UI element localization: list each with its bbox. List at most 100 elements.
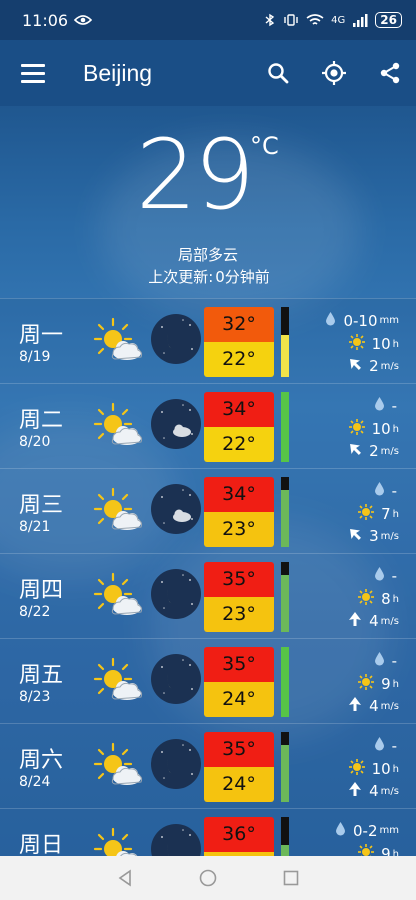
gps-icon[interactable]: [322, 61, 346, 85]
forecast-bar: [281, 732, 289, 802]
sun-value: 10: [371, 335, 391, 353]
day-name: 周二: [19, 408, 64, 433]
current-temperature: 29 °C: [0, 120, 416, 230]
sunshine-hours: 10 h: [348, 419, 399, 439]
last-updated: 上次更新: 0分钟前: [0, 266, 416, 287]
high-temp: 36°: [204, 817, 274, 852]
sunshine-hours: 10 h: [348, 759, 399, 779]
moon-cloud-icon: [150, 483, 202, 535]
day-name: 周三: [19, 493, 64, 518]
menu-icon[interactable]: [21, 63, 45, 83]
high-temp: 34°: [204, 477, 274, 512]
wind-speed: 2 m/s: [349, 357, 399, 375]
vibrate-icon: [284, 14, 298, 26]
forecast-bar: [281, 477, 289, 547]
moon-icon: [150, 313, 202, 365]
sun-unit: h: [392, 763, 399, 775]
partly-cloudy-icon: [93, 485, 145, 537]
sun-icon: [358, 674, 381, 694]
raindrop-icon: [374, 566, 392, 585]
sunshine-hours: 10 h: [348, 334, 399, 354]
forecast-day-row[interactable]: 周一 8/19 32° 22° 0-10 mm 10 h 2 m/s: [0, 298, 416, 383]
moon-icon: [150, 653, 202, 705]
forecast-day-row[interactable]: 周五 8/23 35° 24° -9 h 4 m/s: [0, 638, 416, 723]
wind-arrow-icon: [349, 697, 369, 715]
precipitation: 0-2 mm: [335, 821, 399, 840]
precip-value: -: [391, 481, 397, 500]
forecast-day-row[interactable]: 周三 8/21 34° 23° -7 h 3 m/s: [0, 468, 416, 553]
updated-value: 0分钟前: [215, 268, 270, 286]
search-icon[interactable]: [266, 61, 290, 85]
wind-value: 4: [369, 697, 379, 715]
day-date: 8/20: [19, 434, 51, 450]
partly-cloudy-icon: [93, 570, 145, 622]
precipitation: 0-10 mm: [325, 311, 399, 330]
high-temp: 32°: [204, 307, 274, 342]
sun-unit: h: [392, 508, 399, 520]
temp-range: 35° 23°: [204, 562, 274, 632]
current-temp-value: 29: [135, 119, 255, 231]
day-name: 周六: [19, 748, 64, 773]
low-temp: 24°: [204, 682, 274, 717]
app-bar: Beijing: [0, 40, 416, 106]
sun-value: 8: [381, 590, 391, 608]
day-name: 周一: [19, 323, 64, 348]
forecast-day-row[interactable]: 周六 8/24 35° 24° -10 h 4 m/s: [0, 723, 416, 808]
status-time: 11:06: [22, 10, 69, 30]
home-icon[interactable]: [199, 869, 217, 887]
wind-value: 2: [369, 357, 379, 375]
forecast-day-row[interactable]: 周二 8/20 34° 22° -10 h 2 m/s: [0, 383, 416, 468]
sun-value: 7: [381, 505, 391, 523]
temp-unit: °C: [250, 132, 279, 160]
sun-icon: [348, 334, 372, 354]
temp-range: 35° 24°: [204, 732, 274, 802]
sun-unit: h: [392, 338, 399, 350]
wind-value: 4: [369, 782, 379, 800]
precipitation: -: [374, 736, 399, 755]
wind-arrow-icon: [349, 442, 369, 460]
low-temp: 23°: [204, 597, 274, 632]
wind-unit: m/s: [380, 445, 399, 457]
wind-arrow-icon: [349, 527, 369, 545]
sun-unit: h: [392, 593, 399, 605]
precip-value: -: [391, 566, 397, 585]
forecast-bar: [281, 647, 289, 717]
day-date: 8/19: [19, 349, 51, 365]
sun-value: 9: [381, 675, 391, 693]
partly-cloudy-icon: [93, 400, 145, 452]
raindrop-icon: [335, 821, 353, 840]
city-name[interactable]: Beijing: [83, 60, 152, 87]
precip-unit: mm: [379, 315, 399, 326]
back-icon[interactable]: [117, 869, 133, 887]
sunshine-hours: 9h: [358, 674, 399, 694]
updated-label: 上次更新:: [148, 268, 214, 286]
temp-range: 34° 22°: [204, 392, 274, 462]
precip-value: 0-2: [353, 821, 378, 840]
recents-icon[interactable]: [283, 870, 299, 886]
forecast-day-row[interactable]: 周四 8/22 35° 23° -8 h 4 m/s: [0, 553, 416, 638]
raindrop-icon: [374, 481, 392, 500]
precipitation: -: [374, 651, 399, 670]
sunshine-hours: 7h: [358, 504, 399, 524]
forecast-bar: [281, 307, 289, 377]
sun-icon: [348, 419, 372, 439]
partly-cloudy-icon: [93, 740, 145, 792]
low-temp: 22°: [204, 342, 274, 377]
day-date: 8/24: [19, 774, 51, 790]
temp-range: 32° 22°: [204, 307, 274, 377]
high-temp: 35°: [204, 647, 274, 682]
high-temp: 35°: [204, 732, 274, 767]
low-temp: 24°: [204, 767, 274, 802]
sunshine-hours: 8h: [358, 589, 399, 609]
precip-value: 0-10: [343, 311, 378, 330]
day-name: 周五: [19, 663, 64, 688]
wind-arrow-icon: [349, 612, 369, 630]
wind-arrow-icon: [349, 782, 369, 800]
low-temp: 22°: [204, 427, 274, 462]
day-date: 8/21: [19, 519, 51, 535]
signal-icon: [353, 13, 368, 27]
temp-range: 34° 23°: [204, 477, 274, 547]
wind-unit: m/s: [380, 530, 399, 542]
eye-icon: [74, 15, 93, 25]
share-icon[interactable]: [378, 61, 402, 85]
